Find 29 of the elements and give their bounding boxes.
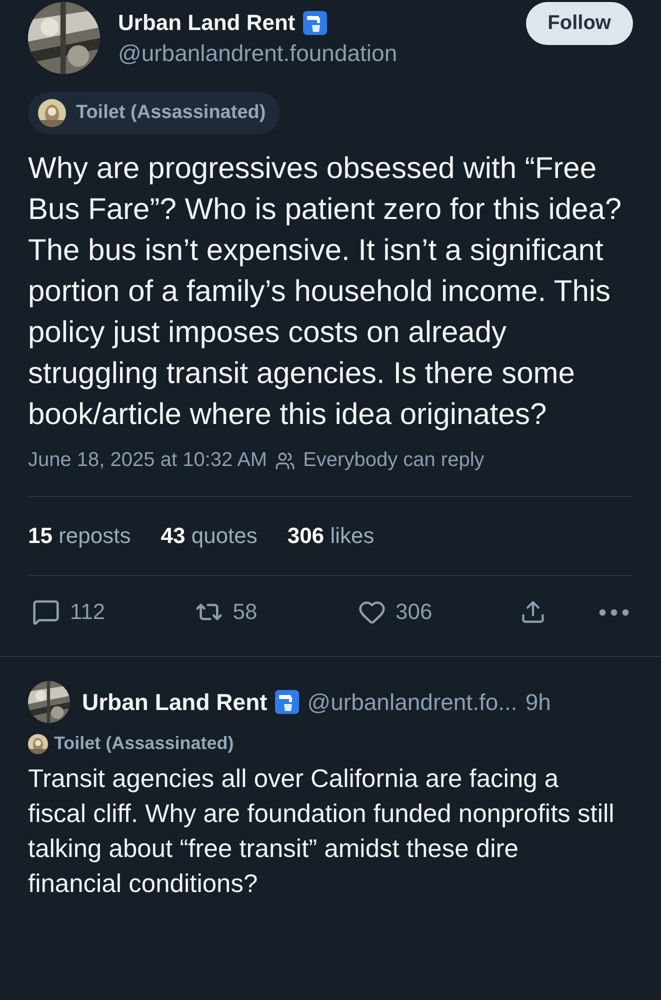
author-name: Urban Land Rent bbox=[82, 688, 268, 716]
faucet-icon bbox=[275, 690, 300, 714]
follow-button[interactable]: Follow bbox=[526, 2, 633, 45]
stat-count[interactable]: 15 reposts bbox=[28, 523, 131, 549]
reply-setting: Everybody can reply bbox=[303, 449, 484, 472]
action-count: 112 bbox=[70, 599, 106, 625]
post-text: Why are progressives obsessed with “Free Bus Fare”? Who is patient zero for this idea? The bus isn’t expensive. It isn’t a significant portion of a family’s household income. This policy just imposes costs on already struggling transit agencies. Is there some book/article where this idea originates? bbox=[28, 151, 623, 433]
reply-button[interactable]: 112 bbox=[32, 598, 142, 626]
author-handle: @urbanlandrent.foundation bbox=[118, 40, 398, 66]
stat-count[interactable]: 43 quotes bbox=[160, 523, 258, 549]
post-timestamp: June 18, 2025 at 10:32 AM bbox=[28, 449, 268, 472]
action-count: 58 bbox=[232, 599, 258, 625]
faucet-icon bbox=[303, 10, 328, 34]
reply-text: Transit agencies all over California are facing a fiscal cliff. Why are foundation funded nonprofits still talking about “free transit” amidst these dire financial conditions? bbox=[28, 764, 616, 900]
author-handle: @urbanlandrent.fo... bbox=[307, 688, 518, 716]
stat-count[interactable]: 306 likes bbox=[287, 523, 374, 549]
like-button[interactable]: 306 bbox=[358, 598, 468, 626]
reply-icon bbox=[32, 598, 60, 626]
label-text: Toilet (Assassinated) bbox=[76, 102, 266, 124]
label-text: Toilet (Assassinated) bbox=[54, 733, 234, 754]
share-icon bbox=[520, 599, 546, 625]
action-count: 306 bbox=[396, 599, 432, 625]
post-time: 9h bbox=[525, 688, 551, 716]
author-name: Urban Land Rent bbox=[118, 10, 296, 36]
people-icon bbox=[275, 450, 296, 470]
repost-button[interactable]: 58 bbox=[194, 598, 305, 626]
more-button[interactable] bbox=[599, 608, 629, 616]
more-icon bbox=[599, 608, 629, 616]
share-button[interactable] bbox=[520, 599, 546, 625]
